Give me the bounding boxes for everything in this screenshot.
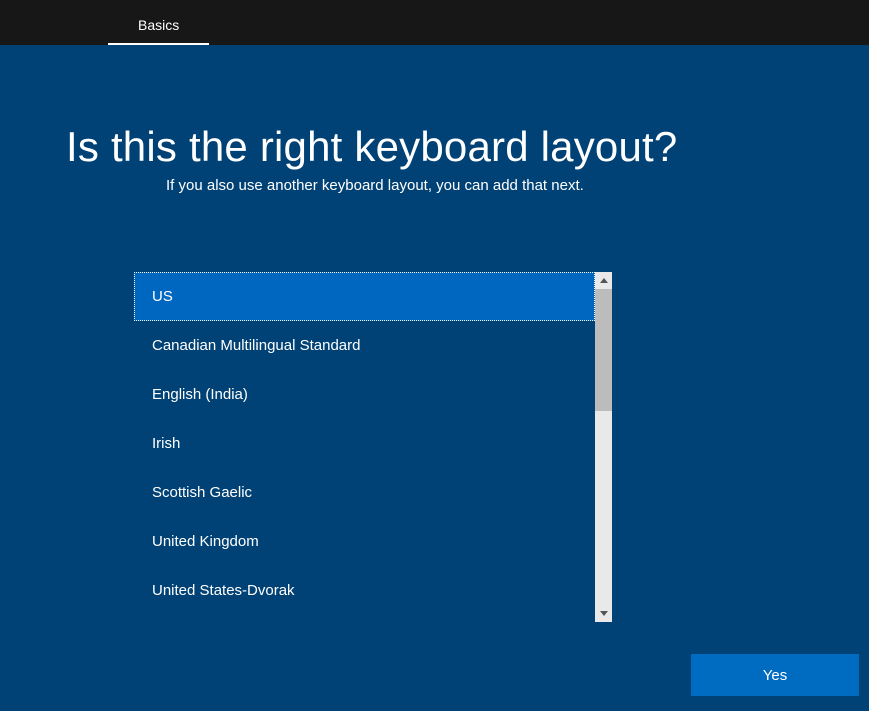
keyboard-layout-item[interactable]: United States-Dvorak [134,566,595,615]
page-subtitle: If you also use another keyboard layout,… [166,177,803,194]
page-title: Is this the right keyboard layout? [66,123,803,171]
keyboard-layout-item[interactable]: Scottish Gaelic [134,468,595,517]
keyboard-layout-item[interactable]: English (India) [134,370,595,419]
scroll-up-arrow-icon[interactable] [595,272,612,289]
scroll-thumb[interactable] [595,289,612,411]
content-area: Is this the right keyboard layout? If yo… [0,123,869,622]
top-bar: Basics [0,0,869,45]
keyboard-layout-item[interactable]: United Kingdom [134,517,595,566]
yes-button[interactable]: Yes [691,654,859,696]
keyboard-layout-item[interactable]: US [134,272,595,321]
keyboard-layout-item[interactable]: Irish [134,419,595,468]
keyboard-layout-list[interactable]: USCanadian Multilingual StandardEnglish … [134,272,595,622]
scrollbar[interactable] [595,272,612,622]
scroll-track[interactable] [595,289,612,605]
keyboard-layout-list-container: USCanadian Multilingual StandardEnglish … [134,272,612,622]
tab-basics[interactable]: Basics [108,5,209,45]
scroll-down-arrow-icon[interactable] [595,605,612,622]
keyboard-layout-item[interactable]: Canadian Multilingual Standard [134,321,595,370]
